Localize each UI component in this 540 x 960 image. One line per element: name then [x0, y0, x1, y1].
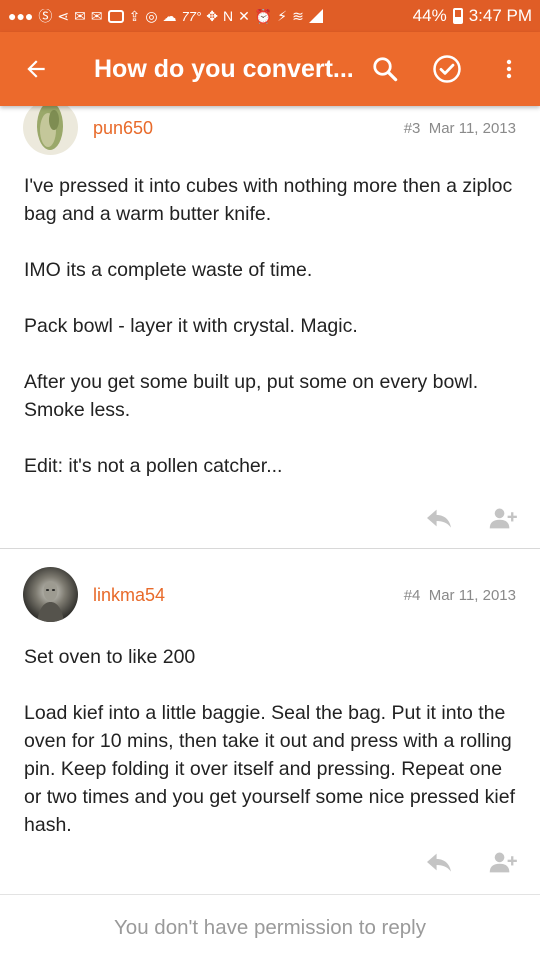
post-actions	[0, 834, 540, 894]
post-number: #4	[403, 587, 421, 604]
skype-icon: Ⓢ	[38, 8, 53, 24]
clock: 3:47 PM	[468, 6, 532, 25]
mark-read-button[interactable]	[416, 32, 478, 106]
no-permission-message: You don't have permission to reply	[114, 915, 426, 939]
battery-percent: 44%	[412, 6, 447, 25]
post-paragraph: I've pressed it into cubes with nothing …	[24, 175, 513, 225]
mute-icon: ✕	[238, 8, 250, 24]
post-paragraph: Set oven to like 200	[24, 646, 196, 668]
status-bar: ●●● Ⓢ ⋖ ✉ ✉ ⇪ ◎ ☁ 77° ✥ N ✕ ⏰ ⚡ ≋ 44% 3:…	[0, 0, 540, 32]
post-header: pun650 #3 Mar 11, 2013	[0, 106, 540, 162]
post-paragraph: After you get some built up, put some on…	[24, 371, 479, 421]
wifi-icon: ≋	[292, 8, 304, 24]
mail-icon: ✉	[90, 8, 103, 24]
check-circle-icon	[433, 55, 461, 83]
post: linkma54 #4 Mar 11, 2013 Set oven to lik…	[0, 549, 540, 894]
post-paragraph: Pack bowl - layer it with crystal. Magic…	[24, 315, 358, 337]
upload-icon: ⇪	[128, 8, 141, 24]
post-body: I've pressed it into cubes with nothing …	[0, 162, 540, 480]
post-meta: #4 Mar 11, 2013	[404, 587, 516, 604]
messages-icon: ●●●	[8, 8, 34, 24]
status-right: 44% 3:47 PM	[413, 6, 532, 26]
search-icon	[373, 57, 398, 82]
post-username[interactable]: linkma54	[93, 585, 165, 606]
post: pun650 #3 Mar 11, 2013 I've pressed it i…	[0, 106, 540, 549]
follow-user-button[interactable]	[488, 850, 518, 879]
avatar-image	[23, 106, 78, 155]
post-paragraph: IMO its a complete waste of time.	[24, 259, 313, 281]
thread-title: How do you convert...	[94, 54, 354, 83]
mail-icon: ✉	[74, 8, 86, 24]
post-body: Set oven to like 200 Load kief into a li…	[0, 635, 540, 839]
data-saver-icon: ⚡	[277, 8, 288, 24]
post-date: Mar 11, 2013	[428, 120, 516, 137]
sync-icon: ✥	[206, 8, 218, 24]
post-paragraph: Edit: it's not a pollen catcher...	[24, 455, 283, 477]
notification-count-icon	[107, 9, 124, 23]
reply-icon	[427, 853, 451, 872]
person-add-icon	[489, 508, 517, 529]
reply-permission-bar: You don't have permission to reply	[0, 894, 540, 960]
more-vert-icon	[506, 59, 512, 79]
person-add-icon	[489, 852, 517, 873]
battery-icon	[452, 8, 463, 24]
post-paragraph: Load kief into a little baggie. Seal the…	[24, 702, 515, 836]
post-header: linkma54 #4 Mar 11, 2013	[0, 549, 540, 635]
avatar[interactable]	[23, 567, 78, 622]
avatar-image	[23, 567, 78, 622]
post-number: #3	[403, 120, 421, 137]
nfc-icon: N	[222, 8, 234, 24]
share-icon: ⋖	[57, 8, 70, 24]
app-bar: How do you convert...	[0, 32, 540, 106]
temperature: 77°	[181, 8, 202, 24]
back-arrow-icon	[27, 60, 45, 78]
reply-button[interactable]	[424, 850, 454, 879]
post-date: Mar 11, 2013	[428, 587, 516, 604]
more-options-button[interactable]	[478, 32, 540, 106]
post-actions	[0, 488, 540, 548]
reply-icon	[427, 509, 451, 528]
avatar[interactable]	[23, 106, 78, 155]
post-list[interactable]: pun650 #3 Mar 11, 2013 I've pressed it i…	[0, 106, 540, 894]
whatsapp-icon: ◎	[145, 8, 158, 24]
post-meta: #3 Mar 11, 2013	[404, 120, 516, 137]
cloud-sync-icon: ☁	[162, 8, 177, 24]
post-username[interactable]: pun650	[93, 118, 153, 139]
cell-signal-icon	[308, 9, 323, 23]
reply-button[interactable]	[424, 506, 454, 535]
search-button[interactable]	[354, 32, 416, 106]
back-button[interactable]	[0, 32, 72, 106]
alarm-icon: ⏰	[254, 8, 273, 24]
notification-icons: ●●● Ⓢ ⋖ ✉ ✉ ⇪ ◎ ☁ 77° ✥ N ✕ ⏰ ⚡ ≋	[8, 9, 413, 24]
follow-user-button[interactable]	[488, 506, 518, 535]
